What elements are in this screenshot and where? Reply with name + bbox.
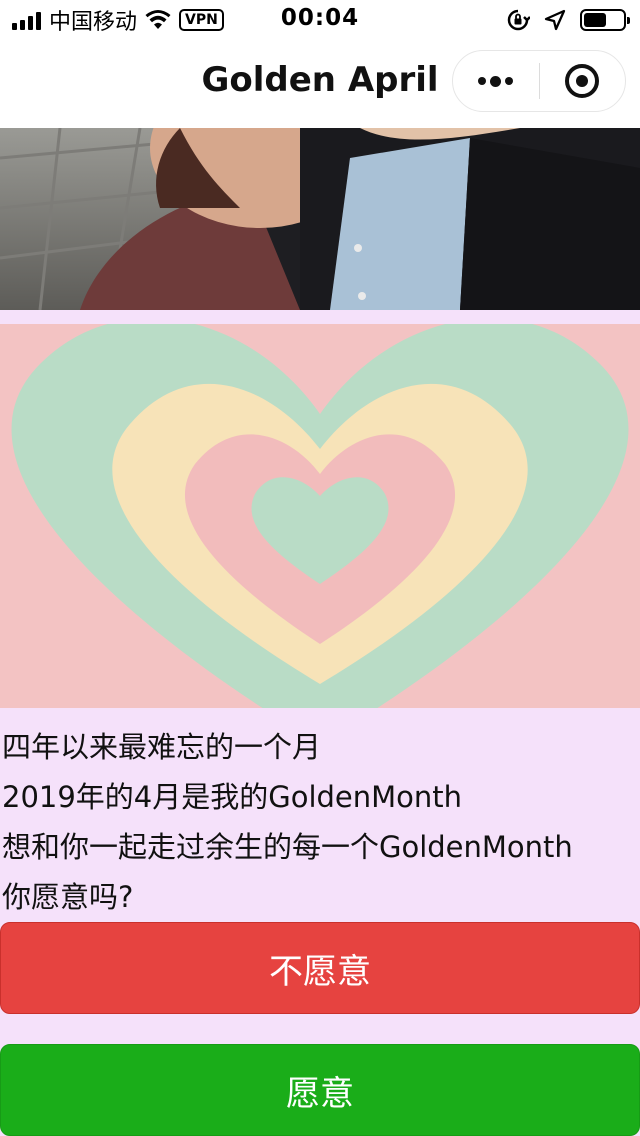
target-circle-icon: [565, 64, 600, 98]
location-arrow-icon: [544, 9, 566, 31]
refuse-button[interactable]: 不愿意: [0, 922, 640, 1014]
couple-photo: [0, 128, 640, 310]
menu-capsule: [452, 50, 626, 112]
message-line-2: 2019年的4月是我的GoldenMonth: [2, 780, 463, 814]
more-button[interactable]: [453, 51, 539, 111]
message-line-1: 四年以来最难忘的一个月: [2, 730, 322, 764]
nav-bar: Golden April: [0, 40, 640, 128]
message-line-3: 想和你一起走过余生的每一个GoldenMonth: [2, 830, 573, 864]
message-line-4: 你愿意吗?: [2, 880, 134, 914]
message-text: 四年以来最难忘的一个月 2019年的4月是我的GoldenMonth 想和你一起…: [2, 722, 638, 922]
heart-illustration: [0, 324, 640, 708]
battery-icon: [580, 9, 630, 31]
close-button[interactable]: [540, 51, 626, 111]
accept-button[interactable]: 愿意: [0, 1044, 640, 1136]
orientation-lock-icon: [507, 9, 530, 31]
status-right: [506, 6, 630, 34]
status-bar: 中国移动 VPN 00:04: [0, 0, 640, 40]
more-dots-icon: [478, 75, 514, 87]
